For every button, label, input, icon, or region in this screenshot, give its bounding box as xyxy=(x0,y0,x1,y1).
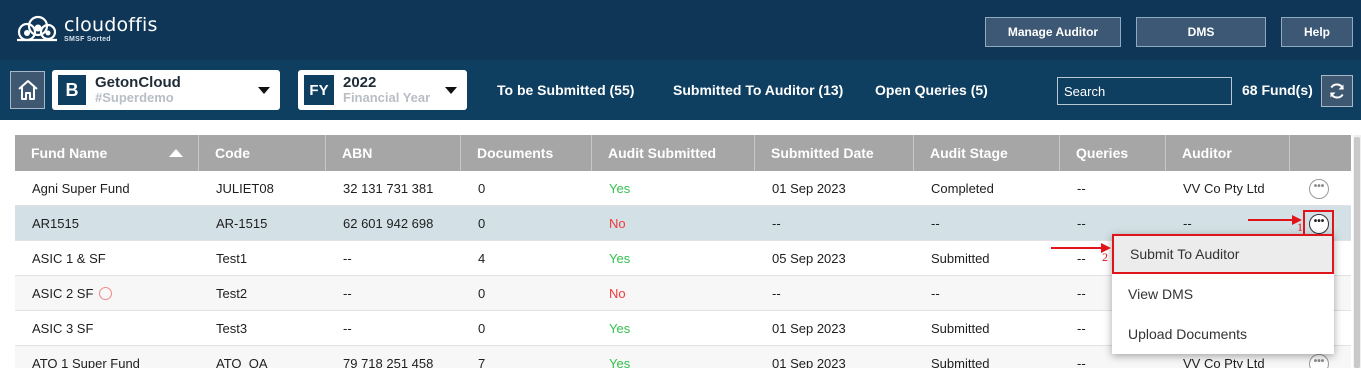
app-root: { "app": { "name": "cloudoffis", "taglin… xyxy=(0,0,1361,368)
annotation-step-1: 1 xyxy=(1297,220,1303,234)
annotation-step-2: 2 xyxy=(1102,250,1108,264)
arrow-1-icon xyxy=(1248,215,1302,225)
annotation-arrows xyxy=(1051,215,1302,253)
